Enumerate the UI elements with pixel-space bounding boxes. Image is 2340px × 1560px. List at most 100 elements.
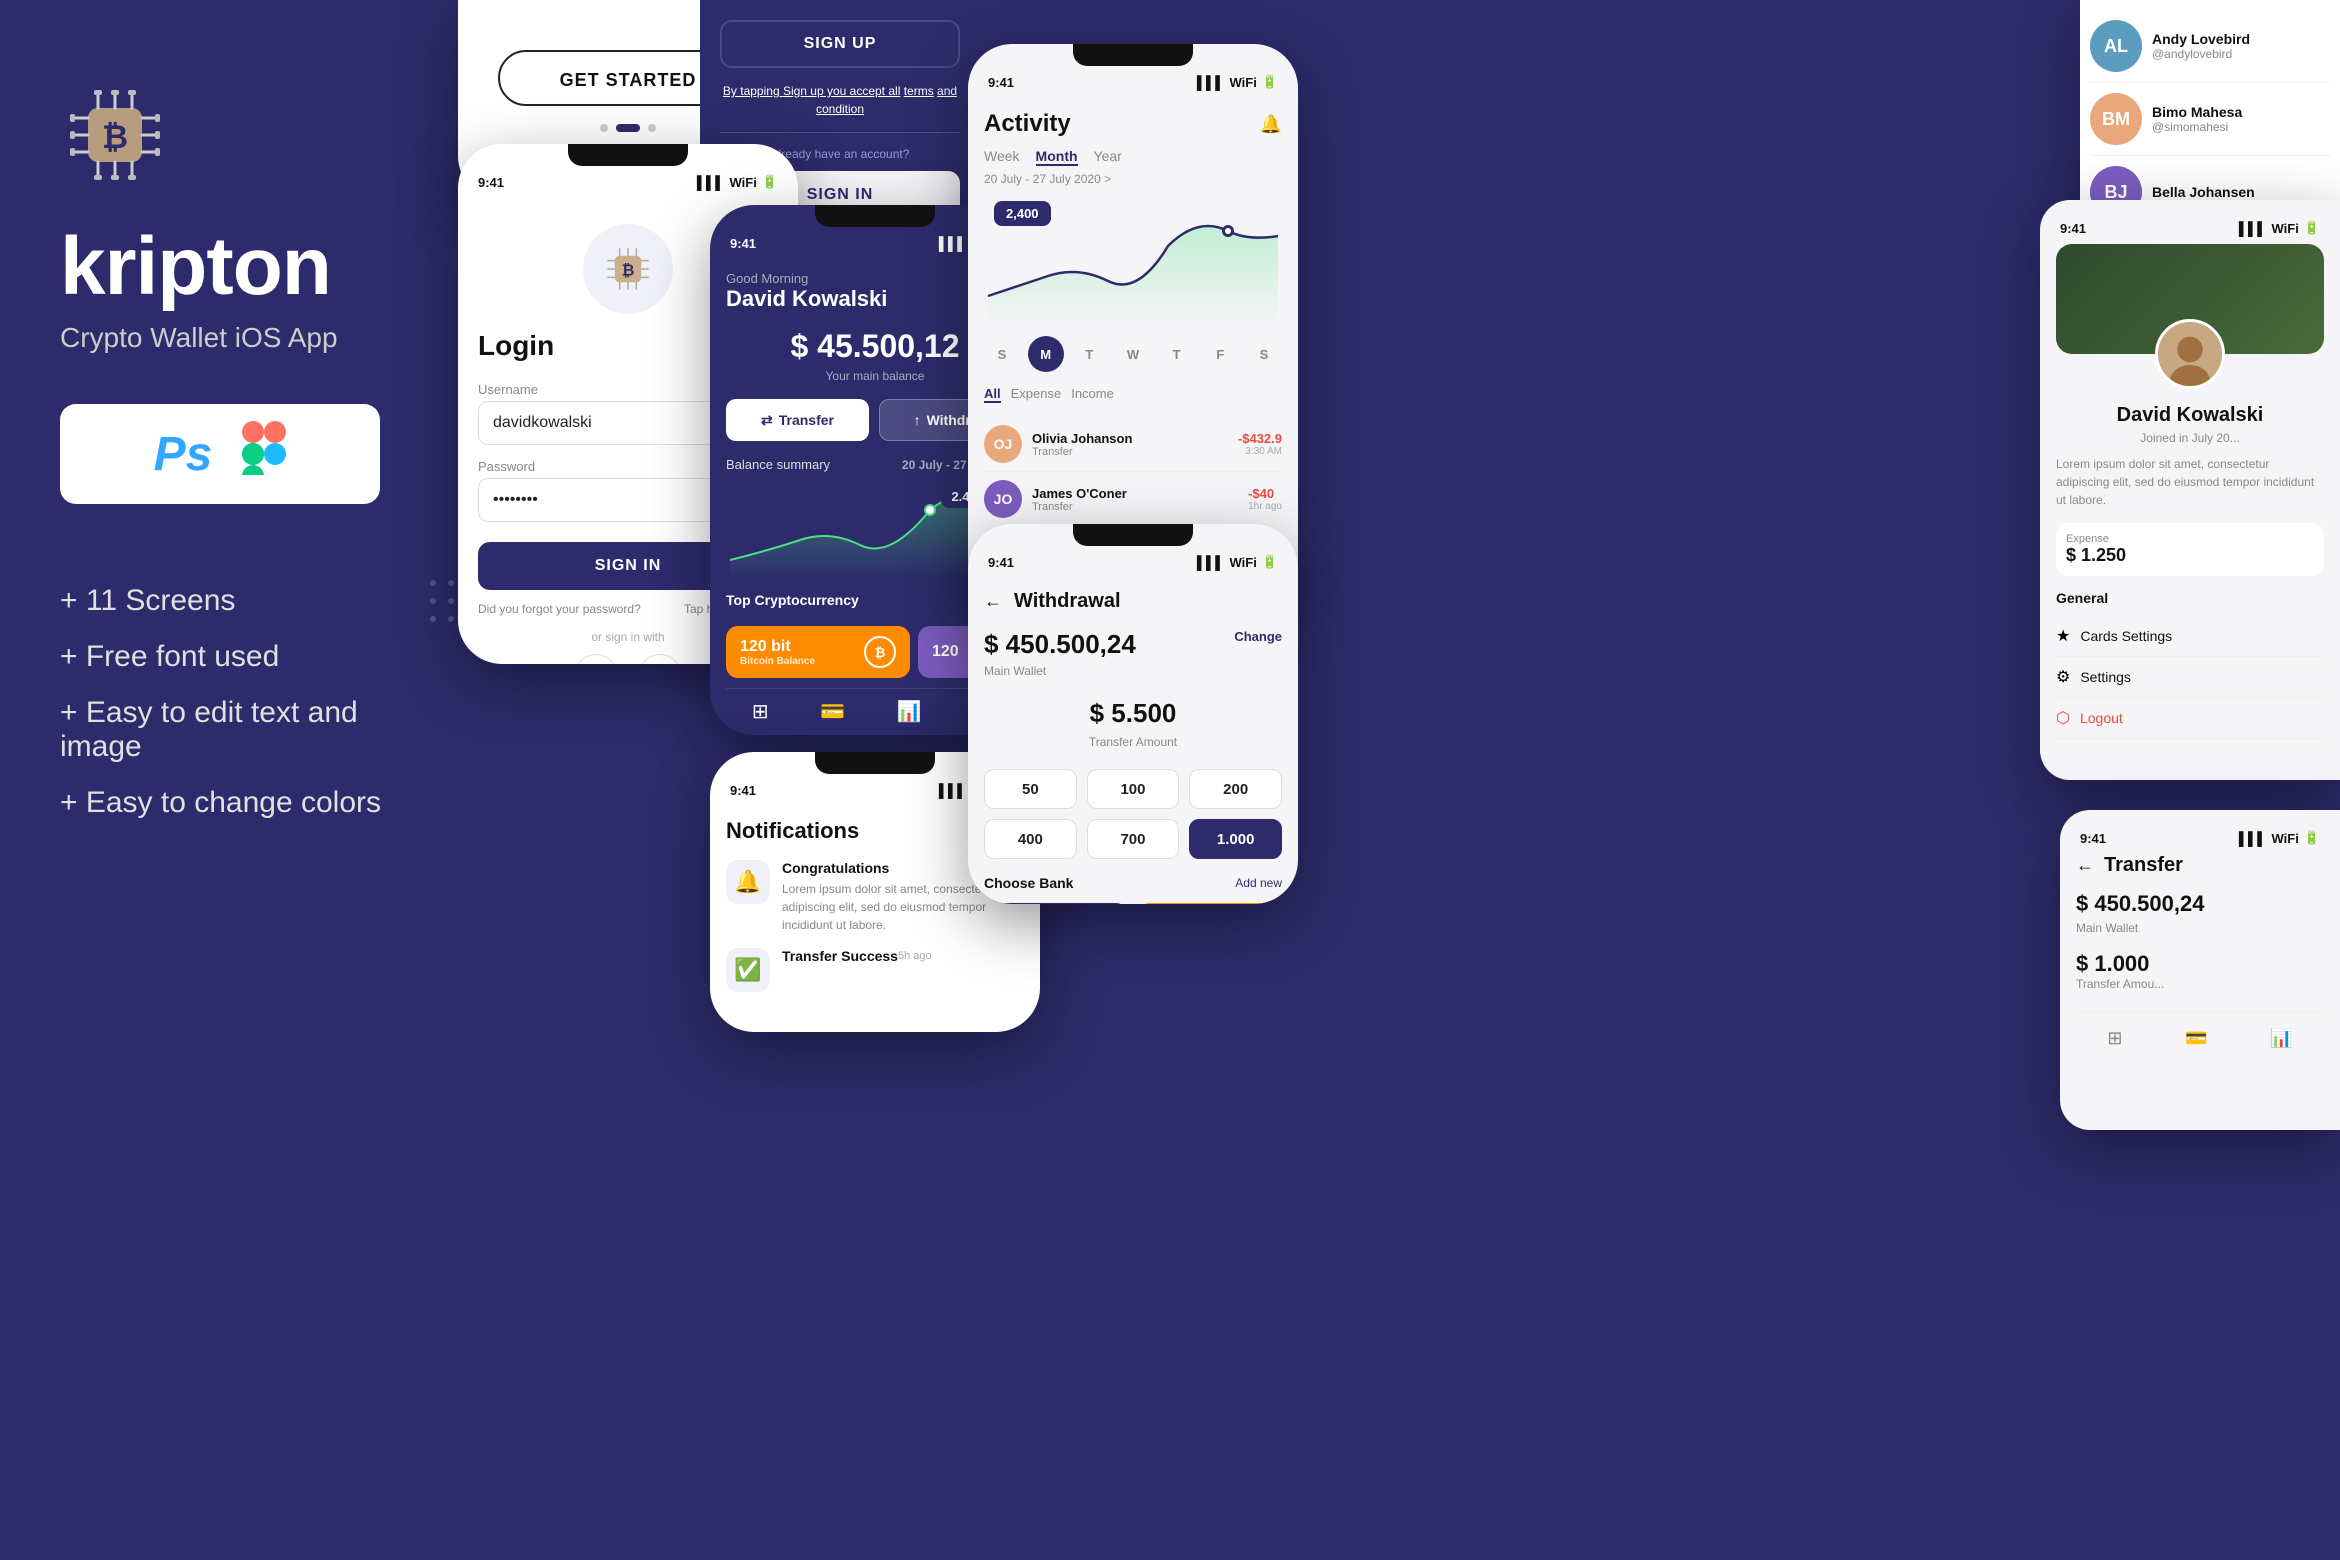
day-mon[interactable]: M [1028,336,1064,372]
tab-week[interactable]: Week [984,148,1020,166]
feature-2: + Free font used [60,640,440,674]
crypto-title: Top Cryptocurrency [726,592,859,608]
crypto-name: 120 bit [740,638,815,656]
transfer-nav-grid-icon[interactable]: ⊞ [2107,1028,2122,1049]
withdrawal-title: Withdrawal [1014,590,1121,613]
feature-4: + Easy to change colors [60,786,440,820]
transfer-time: 9:41 [2080,831,2106,846]
day-fri[interactable]: F [1202,336,1238,372]
add-new-link[interactable]: Add new [1235,876,1282,890]
cards-settings-icon: ★ [2056,626,2070,646]
transfer-status-bar: 9:41 ▌▌▌ WiFi 🔋 [2076,826,2324,854]
activity-date-range[interactable]: 20 July - 27 July 2020 > [984,172,1282,186]
activity-bell-icon[interactable]: 🔔 [1260,114,1282,135]
withdrawal-balance: $ 450.500,24 [984,629,1136,660]
login-logo: ₿ [583,224,673,314]
withdraw-icon: ↑ [914,412,921,428]
divider [720,132,960,133]
withdrawal-status-icons: ▌▌▌ WiFi 🔋 [1197,554,1278,570]
filter-tabs: All Expense Income [984,386,1282,403]
chip-100[interactable]: 100 [1087,769,1180,809]
chip-700[interactable]: 700 [1087,819,1180,859]
david-joined: Joined in July 20... [2056,431,2324,445]
nav-home-icon[interactable]: ⊞ [752,699,769,724]
chip-50[interactable]: 50 [984,769,1077,809]
tab-month[interactable]: Month [1036,148,1078,166]
nav-chart-icon[interactable]: 📊 [897,699,922,724]
profile-name-1: Bimo Mahesa [2152,104,2242,120]
transfer-nav-card-icon[interactable]: 💳 [2185,1028,2207,1049]
transfer-button[interactable]: ⇄ Transfer [726,399,869,441]
chip-400[interactable]: 400 [984,819,1077,859]
settings-icon: ⚙ [2056,667,2070,687]
david-stats: Expense $ 1.250 [2056,523,2324,576]
activity-wifi: WiFi [1229,75,1256,90]
activity-title: Activity [984,110,1071,138]
filter-income[interactable]: Income [1071,386,1114,403]
logo-area: ₿ [60,80,440,190]
app-name: kripton [60,220,440,314]
logout-label: Logout [2080,710,2324,726]
amount-chips: 50 100 200 400 700 1.000 [984,769,1282,859]
transfer-icon: ⇄ [761,412,773,429]
phone-withdrawal: 9:41 ▌▌▌ WiFi 🔋 ← Withdrawal $ 450.500,2… [968,524,1298,904]
notif-text-1: Transfer Success 5h ago [782,948,932,992]
cards-settings-label: Cards Settings [2080,628,2324,644]
transfer-balance: $ 450.500,24 [2076,891,2324,917]
chip-200[interactable]: 200 [1189,769,1282,809]
menu-item-cards[interactable]: ★ Cards Settings [2056,616,2324,657]
activity-chart-badge: 2,400 [994,201,1051,226]
tx-info-1: James O'Coner Transfer [1032,486,1238,513]
sign-up-button[interactable]: SIGN UP [720,20,960,68]
withdrawal-notch [1073,524,1193,546]
day-wed[interactable]: W [1115,336,1151,372]
withdrawal-wallet-label: Main Wallet [984,664,1136,678]
google-sign-in-button[interactable]: G [574,654,618,664]
day-sun[interactable]: S [984,336,1020,372]
chip-1000[interactable]: 1.000 [1189,819,1282,859]
david-desc: Lorem ipsum dolor sit amet, consectetur … [2056,455,2324,509]
transfer-nav: ⊞ 💳 📊 [2076,1011,2324,1049]
day-tue[interactable]: T [1071,336,1107,372]
activity-phone-inner: 9:41 ▌▌▌ WiFi 🔋 Activity 🔔 Week Month Ye… [968,44,1298,598]
transfer-nav-chart-icon[interactable]: 📊 [2270,1028,2292,1049]
bitcoin-icon: ₿ [864,636,896,668]
crypto-card-bitcoin[interactable]: 120 bit Bitcoin Balance ₿ [726,626,910,678]
tab-year[interactable]: Year [1094,148,1122,166]
activity-header: Activity 🔔 [984,110,1282,138]
notif-item-1: ✅ Transfer Success 5h ago [726,948,1024,992]
tx-name-0: Olivia Johanson [1032,431,1228,446]
profile-list: AL Andy Lovebird @andylovebird BM Bimo M… [2080,0,2340,230]
menu-item-settings[interactable]: ⚙ Settings [2056,657,2324,698]
features-list: + 11 Screens + Free font used + Easy to … [60,584,440,820]
menu-item-logout[interactable]: ⬡ Logout [2056,698,2324,739]
day-thu[interactable]: T [1159,336,1195,372]
profile-item-1[interactable]: BM Bimo Mahesa @simomahesi [2090,83,2330,156]
withdrawal-change-link[interactable]: Change [1234,629,1282,644]
profile-handle-1: @simomahesi [2152,120,2242,134]
transfer-back-icon[interactable]: ← [2076,855,2094,876]
facebook-sign-in-button[interactable]: f [638,654,682,664]
nav-card-icon[interactable]: 💳 [820,699,845,724]
transfer-amount-label: Transfer Amou... [2076,977,2324,991]
expense-stat: Expense $ 1.250 [2056,523,2324,576]
day-sat[interactable]: S [1246,336,1282,372]
transfer-amount-display: $ 5.500 [984,698,1282,729]
david-name: David Kowalski [2056,404,2324,427]
forgot-password-text: Did you forgot your password? [478,602,641,616]
transfer-amount-big: $ 1.000 [2076,951,2324,977]
battery-icon: 🔋 [762,174,778,190]
notif-name-1: Transfer Success [782,948,898,964]
tx-right-1: -$40 1hr ago [1248,486,1282,512]
wifi-icon: WiFi [729,175,756,190]
filter-expense[interactable]: Expense [1011,386,1062,403]
withdrawal-back-icon[interactable]: ← [984,591,1002,612]
profile-handle-0: @andylovebird [2152,47,2250,61]
david-time: 9:41 [2060,221,2086,236]
bank-paioner-button[interactable]: Paioner [1138,903,1282,904]
withdrawal-status-bar: 9:41 ▌▌▌ WiFi 🔋 [968,546,1298,574]
filter-all[interactable]: All [984,386,1001,403]
general-title: General [2056,590,2324,606]
david-bg [2056,244,2324,354]
profile-item-0[interactable]: AL Andy Lovebird @andylovebird [2090,10,2330,83]
